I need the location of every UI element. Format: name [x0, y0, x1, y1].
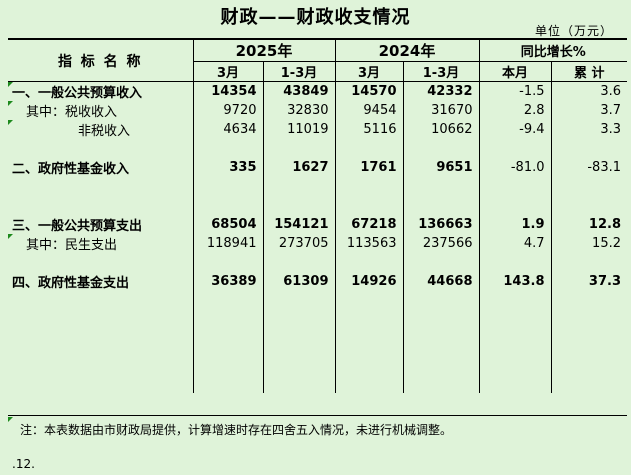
finance-table-wrapper: 指 标 名 称 2025年 2024年 同比增长% 3月 1-3月 3月 1-3…: [8, 38, 627, 393]
cell-marker-icon: [8, 417, 13, 422]
table-row: 其中：税收收入 9720 32830 9454 31670 2.8 3.7: [8, 101, 627, 120]
cell-2024-mar: 67218: [334, 215, 403, 234]
cell-2025-q1: 61309: [262, 272, 335, 291]
header-year-2024: 2024年: [334, 38, 479, 62]
cell-marker-icon: [8, 82, 13, 87]
spacer-row: [8, 139, 627, 158]
header-2025-mar: 3月: [192, 61, 263, 82]
cell-yoy-cum: 12.8: [550, 215, 627, 234]
cell-marker-icon: [8, 101, 13, 106]
cell-yoy-cum: 3.3: [550, 120, 627, 139]
footer-divider: [8, 415, 627, 416]
header-cumulative: 累 计: [550, 61, 627, 82]
cell-2025-mar: 68504: [192, 215, 263, 234]
cell-2025-mar: 14354: [192, 81, 263, 101]
header-2024-mar: 3月: [334, 61, 403, 82]
cell-yoy-cum: 15.2: [550, 234, 627, 253]
page-number: .12.: [12, 457, 35, 471]
row-label: 非税收入: [78, 124, 131, 139]
header-2025-q1: 1-3月: [262, 61, 335, 82]
cell-2024-mar: 113563: [334, 234, 403, 253]
cell-yoy-month: 4.7: [478, 234, 551, 253]
cell-yoy-month: -1.5: [478, 81, 551, 101]
header-row-top: 指 标 名 称 2025年 2024年 同比增长%: [8, 38, 627, 82]
table-row: 四、政府性基金支出 36389 61309 14926 44668 143.8 …: [8, 272, 627, 291]
header-yoy: 同比增长%: [478, 38, 627, 62]
finance-table: 指 标 名 称 2025年 2024年 同比增长% 3月 1-3月 3月 1-3…: [8, 38, 627, 393]
cell-2025-q1: 1627: [262, 158, 335, 177]
cell-yoy-month: -81.0: [478, 158, 551, 177]
spacer-row: [8, 196, 627, 215]
table-row: 其中：民生支出 118941 273705 113563 237566 4.7 …: [8, 234, 627, 253]
header-2024-q1: 1-3月: [402, 61, 479, 82]
cell-2025-mar: 118941: [192, 234, 263, 253]
row-label: 其中：税收收入: [26, 105, 118, 120]
spacer-row: [8, 253, 627, 272]
cell-2025-q1: 154121: [262, 215, 335, 234]
row-label: 其中：民生支出: [26, 238, 118, 253]
row-label: 一、一般公共预算收入: [12, 86, 143, 101]
cell-2025-q1: 43849: [262, 81, 335, 101]
cell-2025-q1: 11019: [262, 120, 335, 139]
cell-2024-q1: 237566: [402, 234, 479, 253]
cell-yoy-month: -9.4: [478, 120, 551, 139]
header-this-month: 本月: [478, 61, 551, 82]
cell-yoy-cum: -83.1: [550, 158, 627, 177]
cell-2025-mar: 9720: [192, 101, 263, 120]
row-label: 二、政府性基金收入: [12, 162, 130, 177]
cell-yoy-month: 1.9: [478, 215, 551, 234]
spacer-row: [8, 177, 627, 196]
cell-yoy-cum: 37.3: [550, 272, 627, 291]
cell-yoy-month: 2.8: [478, 101, 551, 120]
cell-2025-mar: 4634: [192, 120, 263, 139]
spacer-row: [8, 291, 627, 393]
table-row: 二、政府性基金收入 335 1627 1761 9651 -81.0 -83.1: [8, 158, 627, 177]
unit-label: 单位（万元）: [534, 24, 613, 38]
row-label: 四、政府性基金支出: [12, 276, 130, 291]
cell-2024-mar: 1761: [334, 158, 403, 177]
cell-2024-mar: 5116: [334, 120, 403, 139]
table-row: 三、一般公共预算支出 68504 154121 67218 136663 1.9…: [8, 215, 627, 234]
cell-2024-q1: 9651: [402, 158, 479, 177]
cell-2025-q1: 32830: [262, 101, 335, 120]
row-label: 三、一般公共预算支出: [12, 219, 143, 234]
cell-2025-q1: 273705: [262, 234, 335, 253]
cell-2024-q1: 42332: [402, 81, 479, 101]
cell-2024-mar: 14926: [334, 272, 403, 291]
cell-yoy-month: 143.8: [478, 272, 551, 291]
cell-2025-mar: 36389: [192, 272, 263, 291]
header-indicator: 指 标 名 称: [8, 38, 193, 82]
cell-marker-icon: [8, 234, 13, 239]
cell-2024-q1: 10662: [402, 120, 479, 139]
cell-2024-mar: 14570: [334, 81, 403, 101]
cell-marker-icon: [8, 120, 13, 125]
footnote: 注：本表数据由市财政局提供，计算增速时存在四舍五入情况，未进行机械调整。: [20, 423, 453, 437]
cell-2024-mar: 9454: [334, 101, 403, 120]
cell-2025-mar: 335: [192, 158, 263, 177]
header-year-2025: 2025年: [192, 38, 335, 62]
table-row: 非税收入 4634 11019 5116 10662 -9.4 3.3: [8, 120, 627, 139]
table-row: 一、一般公共预算收入 14354 43849 14570 42332 -1.5 …: [8, 81, 627, 101]
cell-2024-q1: 31670: [402, 101, 479, 120]
cell-yoy-cum: 3.6: [550, 81, 627, 101]
cell-yoy-cum: 3.7: [550, 101, 627, 120]
cell-2024-q1: 136663: [402, 215, 479, 234]
cell-2024-q1: 44668: [402, 272, 479, 291]
